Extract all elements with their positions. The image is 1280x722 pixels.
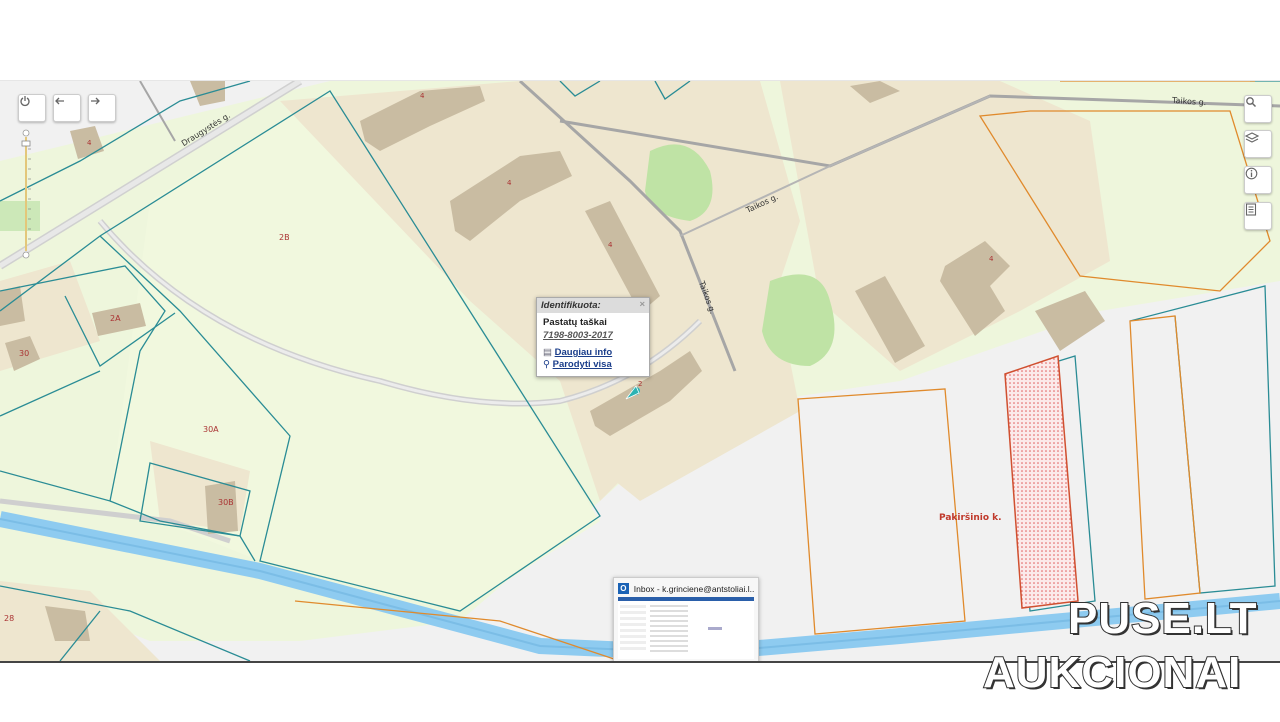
preview-thumbnail bbox=[618, 597, 754, 659]
show-all-link[interactable]: ⚲ Parodyti visa bbox=[543, 359, 643, 370]
power-button[interactable] bbox=[18, 94, 46, 122]
arrow-left-icon bbox=[55, 97, 64, 105]
area-label: Pakiršinio k. bbox=[939, 513, 1002, 523]
info-icon bbox=[1245, 167, 1258, 180]
watermark-line-2: AUKCIONAI bbox=[982, 647, 1242, 698]
legend-icon bbox=[1245, 203, 1257, 216]
identify-popup: Identifikuota: × Pastatų taškai 7198-800… bbox=[536, 297, 650, 377]
building-number: 4 bbox=[87, 139, 92, 147]
parcel-label: 2A bbox=[110, 314, 121, 323]
top-header-bar bbox=[0, 0, 1280, 81]
document-icon: ▤ bbox=[543, 347, 552, 358]
building-number: 4 bbox=[989, 255, 994, 263]
search-button[interactable] bbox=[1244, 95, 1272, 123]
legend-button[interactable] bbox=[1244, 202, 1272, 230]
parcel-label: 28 bbox=[4, 614, 15, 623]
layers-icon bbox=[1245, 132, 1259, 143]
power-icon bbox=[20, 96, 30, 107]
layers-button[interactable] bbox=[1244, 130, 1272, 158]
close-icon[interactable]: × bbox=[639, 299, 645, 310]
arrow-right-icon bbox=[91, 97, 100, 105]
watermark-line-1: PUSE.LT bbox=[1067, 593, 1258, 644]
building-number: 2 bbox=[638, 380, 643, 388]
back-button[interactable] bbox=[53, 94, 81, 122]
map-canvas[interactable]: Draugystės g. Taikos g. Taikos g. Taikos… bbox=[0, 81, 1280, 661]
outlook-icon: O bbox=[618, 583, 629, 594]
building-number: 4 bbox=[420, 92, 425, 100]
zoom-handle bbox=[21, 140, 31, 147]
more-info-label[interactable]: Daugiau info bbox=[555, 347, 613, 358]
parcel-label: 30B bbox=[218, 498, 234, 507]
info-button[interactable] bbox=[1244, 166, 1272, 194]
forward-button[interactable] bbox=[88, 94, 116, 122]
parcel-label: 30A bbox=[203, 425, 219, 434]
parcel-label: 30 bbox=[19, 349, 30, 358]
zoom-out-icon bbox=[22, 251, 30, 259]
zoom-slider[interactable] bbox=[20, 129, 32, 259]
preview-title: Inbox - k.grinciene@antstoliai.l... bbox=[633, 583, 754, 594]
search-icon bbox=[1246, 97, 1257, 108]
popup-header: Identifikuota: × bbox=[537, 298, 649, 313]
popup-category: Pastatų taškai bbox=[543, 317, 607, 328]
building-number: 4 bbox=[608, 241, 613, 249]
popup-object-id[interactable]: 7198-8003-2017 bbox=[543, 330, 643, 341]
more-info-link[interactable]: ▤ Daugiau info bbox=[543, 347, 643, 358]
parcel-label: 2B bbox=[279, 233, 290, 242]
zoom-in-icon bbox=[22, 129, 30, 137]
building-number: 4 bbox=[507, 179, 512, 187]
show-all-label[interactable]: Parodyti visa bbox=[553, 359, 612, 370]
taskbar-window-preview[interactable]: O Inbox - k.grinciene@antstoliai.l... bbox=[613, 577, 759, 665]
popup-title: Identifikuota: bbox=[541, 300, 601, 311]
zoom-icon: ⚲ bbox=[543, 359, 550, 370]
